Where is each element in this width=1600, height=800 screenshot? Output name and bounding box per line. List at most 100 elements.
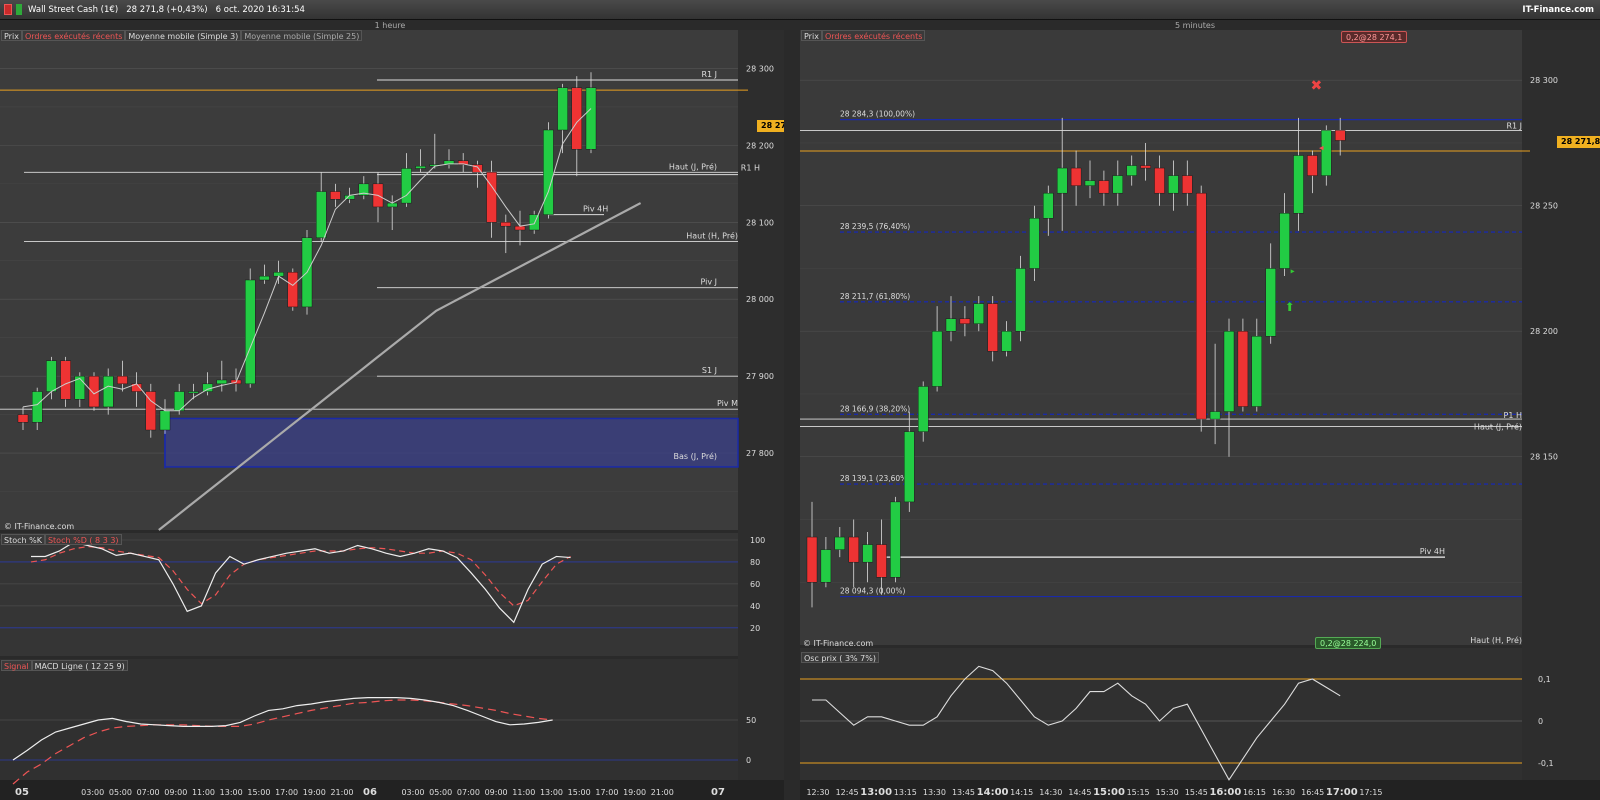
level-label: Haut (H, Pré) [686, 231, 738, 241]
level-label: Piv 4H [1420, 547, 1445, 556]
time-tick-label: 19:00 [623, 788, 646, 797]
macd-legend: Signal MACD Ligne ( 12 25 9) [1, 660, 128, 671]
level-label: Haut (H, Pré) [1470, 635, 1522, 645]
order-badge-bottom[interactable]: 0,2@28 224,0 [1315, 637, 1382, 649]
candle-body [987, 303, 998, 352]
level-label: Piv 4H [583, 205, 608, 214]
candle-body [862, 544, 873, 563]
title-bar: Wall Street Cash (1€) 28 271,8 (+0,43%) … [0, 0, 1600, 20]
legend-macd[interactable]: MACD Ligne ( 12 25 9) [31, 660, 128, 671]
candle-body [931, 331, 943, 387]
legend-sma25[interactable]: Moyenne mobile (Simple 25) [241, 30, 363, 41]
candle-body [244, 279, 256, 385]
candle-body [945, 318, 957, 332]
candle-body [287, 272, 298, 308]
legend-orders[interactable]: Ordres exécutés récents [821, 30, 926, 41]
candle-body [60, 360, 71, 400]
candle-body [401, 168, 412, 204]
legend-signal[interactable]: Signal [1, 660, 32, 671]
candle-body [1209, 411, 1221, 420]
candle-body [1140, 165, 1151, 169]
legend-stoch-d[interactable]: Stoch %D ( 8 3 3) [44, 534, 122, 545]
level-label: Piv J [700, 278, 717, 287]
time-tick-label: 14:30 [1039, 788, 1062, 797]
price-tick-label: 28 200 [1530, 327, 1558, 336]
stoch-tick-label: 40 [750, 602, 760, 611]
candle-body [1084, 180, 1096, 186]
left-chart-canvas[interactable]: 28 300 28 200 28 100 28 000 27 900 27 800 R1 J… [0, 20, 784, 800]
right-current-price-badge: 28 271,8 [1557, 136, 1600, 148]
legend-sma3[interactable]: Moyenne mobile (Simple 3) [125, 30, 242, 41]
time-tick-label: 19:00 [303, 788, 326, 797]
time-tick-label: 21:00 [330, 788, 353, 797]
fib-label: 28 139,1 (23,60%) [840, 474, 910, 483]
candle-body [1265, 268, 1276, 337]
right-chart-canvas[interactable]: 28 300 28 250 28 200 28 150 28 284,3 (100,00… [800, 20, 1600, 800]
candle-body [543, 129, 554, 215]
candle-body [557, 87, 568, 131]
legend-stoch-k[interactable]: Stoch %K [1, 534, 45, 545]
price-plot-bg [800, 30, 1522, 645]
time-tick-label: 15:15 [1127, 788, 1150, 797]
price-tick-label: 28 000 [746, 295, 774, 304]
level-label: Haut (J, Pré) [669, 161, 717, 171]
legend-prix[interactable]: Prix [801, 30, 822, 41]
candle-body [1001, 331, 1012, 352]
time-tick-label: 15:00 [1093, 787, 1125, 798]
time-tick-label: 16:45 [1301, 788, 1324, 797]
time-tick-label: 15:00 [247, 788, 270, 797]
time-tick-label: 07:00 [137, 788, 160, 797]
candle-body [806, 536, 818, 583]
legend-orders[interactable]: Ordres exécutés récents [21, 30, 126, 41]
time-tick-label: 09:00 [164, 788, 187, 797]
stoch-plot-bg [0, 533, 738, 656]
level-label: Piv M [717, 399, 738, 408]
legend-osc[interactable]: Osc prix ( 3% 7%) [801, 652, 879, 663]
time-tick-label: 13:45 [952, 788, 975, 797]
price-tick-label: 27 800 [746, 449, 774, 458]
legend-prix[interactable]: Prix [1, 30, 22, 41]
candle-body [216, 379, 228, 385]
order-badge-top[interactable]: 0,2@28 274,1 [1341, 31, 1408, 43]
buy-marker-icon: ▸ [1291, 266, 1295, 275]
candle-body [1112, 175, 1123, 194]
price-tick-label: 28 100 [746, 218, 774, 227]
candle-body [1307, 155, 1318, 176]
candle-body [1154, 167, 1165, 194]
candle-body [1182, 175, 1193, 194]
time-tick-label: 14:00 [977, 787, 1009, 798]
candle-body [514, 225, 526, 231]
stoch-tick-label: 100 [750, 536, 765, 545]
time-tick-label: 06 [363, 787, 377, 798]
time-tick-label: 17:00 [275, 788, 298, 797]
candle-body [316, 191, 327, 238]
time-tick-label: 13:00 [860, 787, 892, 798]
left-legend: Prix Ordres exécutés récents Moyenne mob… [1, 30, 363, 41]
brand-label: IT-Finance.com [1522, 5, 1594, 15]
right-chart-panel[interactable]: 5 minutes 28 300 28 250 28 200 28 150 28 284… [800, 20, 1600, 800]
candle-body [1029, 218, 1040, 269]
time-tick-label: 21:00 [651, 788, 674, 797]
stoch-tick-label: 60 [750, 580, 760, 589]
candle-body [259, 275, 270, 281]
price-tick-label: 28 150 [1530, 453, 1558, 462]
candle-body [1015, 268, 1026, 332]
level-label: Bas (J, Pré) [673, 451, 717, 461]
time-tick-label: 07 [711, 787, 725, 798]
macd-tick-label: 0 [746, 756, 751, 765]
fib-label: 28 211,7 (61,80%) [840, 292, 910, 301]
level-label: P1 H [1504, 411, 1522, 420]
time-tick-label: 17:00 [1326, 787, 1358, 798]
candle-body [1098, 180, 1110, 194]
level-label: R1 J [701, 70, 717, 79]
candle-body [1279, 213, 1290, 269]
candle-body [188, 391, 199, 394]
candle-body [1335, 130, 1346, 141]
fib-label: 28 166,9 (38,20%) [840, 404, 910, 413]
candle-body [917, 386, 929, 432]
candle-body [904, 431, 915, 503]
time-tick-label: 05:00 [429, 788, 452, 797]
time-tick-label: 15:30 [1156, 788, 1179, 797]
left-chart-panel[interactable]: 1 heure 28 300 28 200 28 100 28 000 27 900 27… [0, 20, 784, 800]
time-tick-label: 11:00 [512, 788, 535, 797]
